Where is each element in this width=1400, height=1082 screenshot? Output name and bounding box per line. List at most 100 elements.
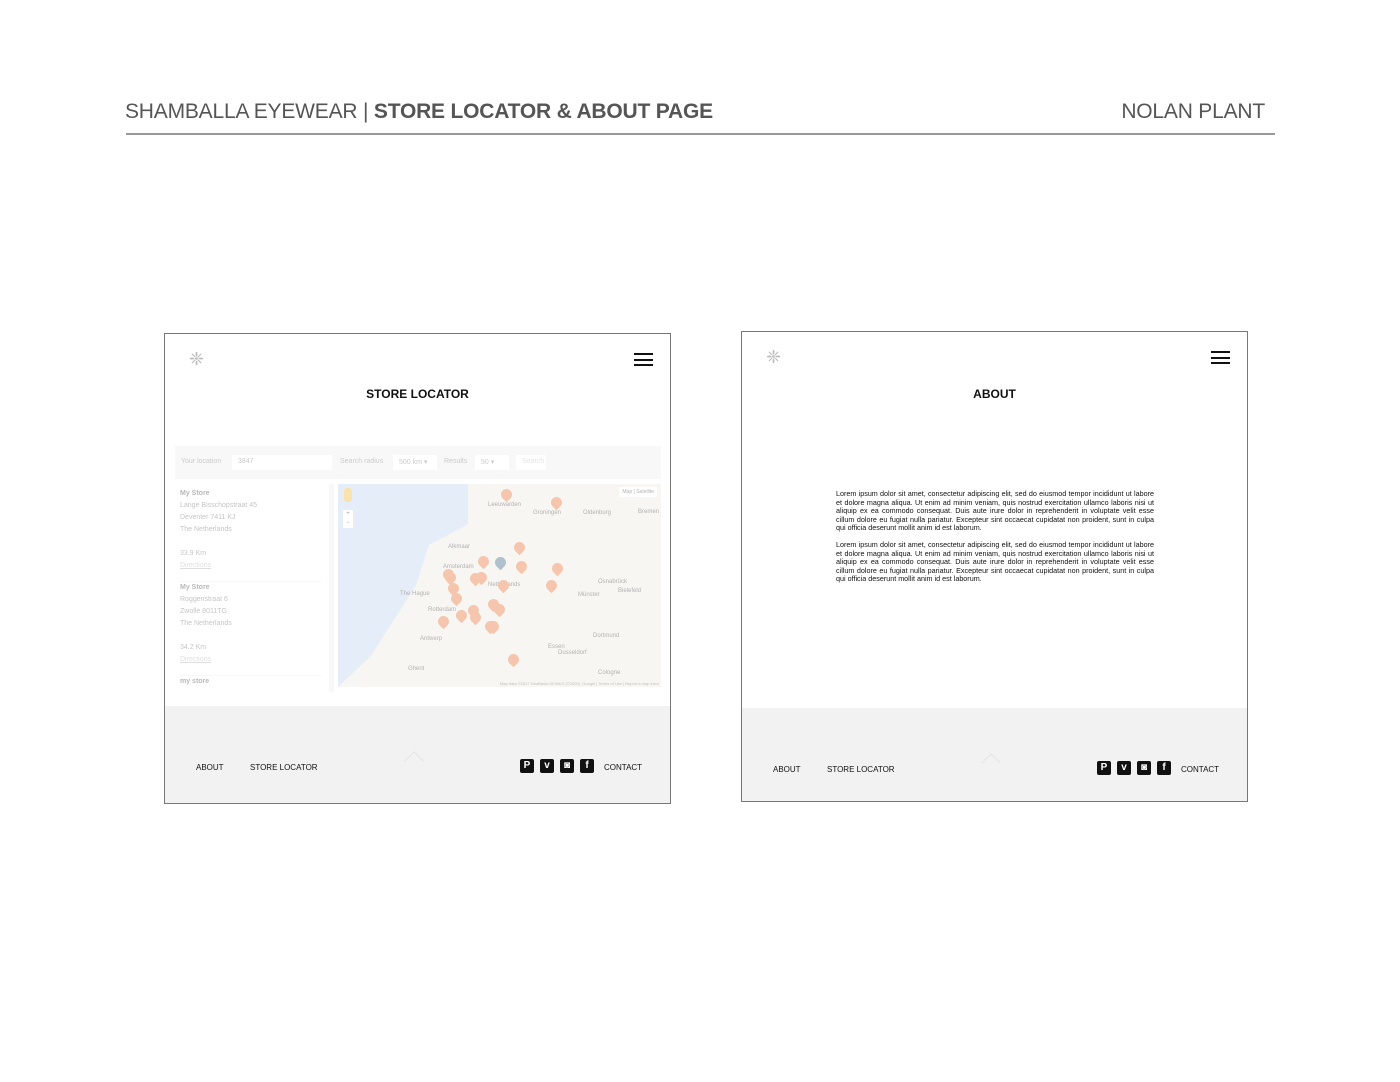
- store-pin-icon[interactable]: [548, 494, 565, 511]
- search-button[interactable]: Search: [516, 455, 546, 470]
- store-country: The Netherlands: [180, 620, 232, 627]
- footer-about-link[interactable]: ABOUT: [773, 765, 801, 774]
- logo-icon[interactable]: ❈: [766, 348, 784, 366]
- store-distance: 34.2 Km: [180, 644, 207, 651]
- facebook-icon[interactable]: f: [580, 759, 594, 773]
- back-to-top-icon[interactable]: [404, 751, 424, 771]
- map-city-label: The Hague: [400, 591, 430, 597]
- back-to-top-icon[interactable]: [981, 753, 1001, 773]
- instagram-icon[interactable]: ◙: [1137, 761, 1151, 775]
- brand: SHAMBALLA EYEWEAR: [125, 100, 358, 123]
- about-text: Lorem ipsum dolor sit amet, consectetur …: [836, 489, 1154, 592]
- store-pin-icon[interactable]: [495, 577, 512, 594]
- hamburger-menu-icon[interactable]: [634, 353, 653, 366]
- zoom-control[interactable]: + −: [343, 510, 353, 528]
- results-label: Results: [444, 458, 468, 465]
- social-links: P v ◙ f: [520, 759, 594, 773]
- store-pin-icon[interactable]: [549, 560, 566, 577]
- store-thumbnail: [294, 492, 318, 516]
- author: NOLAN PLANT: [1121, 100, 1265, 123]
- map-city-label: Bielefeld: [618, 588, 642, 594]
- vimeo-icon[interactable]: v: [1117, 761, 1131, 775]
- footer-store-locator-link[interactable]: STORE LOCATOR: [250, 763, 318, 772]
- map-city-label: Dortmund: [593, 633, 620, 639]
- store-pin-icon[interactable]: [543, 577, 560, 594]
- footer: ABOUT STORE LOCATOR P v ◙ f CONTACT: [165, 706, 670, 803]
- pinterest-icon[interactable]: P: [1097, 761, 1111, 775]
- map-city-label: Oldenburg: [583, 510, 612, 516]
- map-city-label: Groningen: [533, 510, 562, 516]
- radius-select[interactable]: 500 km ▾: [393, 455, 437, 470]
- page-title: STORE LOCATOR: [366, 387, 469, 401]
- map-city-label: Leeuwarden: [488, 502, 522, 508]
- map-city-label: Ghent: [408, 666, 425, 672]
- map-city-label: Münster: [578, 592, 600, 598]
- store-name: My Store: [180, 490, 210, 497]
- map-city-label: Osnabrück: [598, 579, 628, 585]
- store-pin-icon[interactable]: [475, 553, 492, 570]
- instagram-icon[interactable]: ◙: [560, 759, 574, 773]
- map-city-label: Dusseldorf: [558, 650, 587, 656]
- store-pin-icon[interactable]: [435, 613, 452, 630]
- location-input[interactable]: 3847: [232, 455, 332, 470]
- store-pin-icon[interactable]: [513, 558, 530, 575]
- list-scrollbar[interactable]: [329, 484, 334, 692]
- logo-icon[interactable]: ❈: [189, 350, 207, 368]
- header-divider: [126, 133, 1275, 135]
- map-type-toggle[interactable]: Map | Satellite: [619, 487, 657, 497]
- separator: |: [363, 100, 369, 123]
- store-thumbnail: [294, 586, 318, 610]
- store-list[interactable]: My Store Lange Bisschopstraat 45 Devente…: [175, 484, 327, 692]
- footer-store-locator-link[interactable]: STORE LOCATOR: [827, 765, 895, 774]
- store-map[interactable]: Map | Satellite + − Map data ©2017 GeoBas…: [338, 484, 661, 687]
- footer-contact-link[interactable]: CONTACT: [604, 763, 642, 772]
- about-paragraph: Lorem ipsum dolor sit amet, consectetur …: [836, 489, 1154, 532]
- store-list-item[interactable]: My Store Lange Bisschopstraat 45 Devente…: [180, 488, 322, 582]
- footer: ABOUT STORE LOCATOR P v ◙ f CONTACT: [742, 708, 1247, 801]
- radius-value: 500 km: [399, 459, 422, 466]
- map-city-label: Rotterdam: [428, 607, 457, 613]
- header-left: SHAMBALLA EYEWEAR | STORE LOCATOR & ABOU…: [125, 100, 713, 124]
- search-bar: Your location 3847 Search radius 500 km …: [175, 446, 661, 479]
- store-locator-widget: Your location 3847 Search radius 500 km …: [175, 446, 661, 692]
- about-mockup: ❈ ABOUT Lorem ipsum dolor sit amet, cons…: [741, 331, 1248, 802]
- results-select[interactable]: 50 ▾: [475, 455, 509, 470]
- directions-link[interactable]: Directions: [180, 562, 211, 569]
- footer-contact-link[interactable]: CONTACT: [1181, 765, 1219, 774]
- map-city-label: Antwerp: [420, 636, 443, 642]
- store-name: my store: [180, 678, 210, 685]
- pinterest-icon[interactable]: P: [520, 759, 534, 773]
- presentation-title: STORE LOCATOR & ABOUT PAGE: [373, 100, 713, 123]
- street-view-icon[interactable]: [344, 488, 352, 502]
- directions-link[interactable]: Directions: [180, 656, 211, 663]
- store-country: The Netherlands: [180, 526, 232, 533]
- map-city-label: Alkmaar: [448, 544, 471, 550]
- store-locator-mockup: ❈ STORE LOCATOR Your location 3847 Searc…: [164, 333, 671, 804]
- store-street: Lange Bisschopstraat 45: [180, 502, 258, 509]
- store-city: Deventer 7411 KJ: [180, 514, 236, 521]
- store-pin-icon[interactable]: [498, 486, 515, 503]
- map-attribution: Map data ©2017 GeoBasis-DE/BKG (©2009), …: [499, 681, 659, 686]
- radius-label: Search radius: [340, 458, 384, 465]
- store-street: Roggenstraat 6: [180, 596, 228, 603]
- map-type-satellite[interactable]: Satellite: [636, 489, 654, 495]
- store-distance: 33.9 Km: [180, 550, 207, 557]
- location-label: Your location: [181, 458, 222, 465]
- vimeo-icon[interactable]: v: [540, 759, 554, 773]
- store-name: My Store: [180, 584, 210, 591]
- facebook-icon[interactable]: f: [1157, 761, 1171, 775]
- store-list-item[interactable]: My Store Roggenstraat 6 Zwolle 8011TG Th…: [180, 582, 322, 676]
- map-city-label: Cologne: [598, 670, 621, 676]
- hamburger-menu-icon[interactable]: [1211, 351, 1230, 364]
- social-links: P v ◙ f: [1097, 761, 1171, 775]
- store-city: Zwolle 8011TG: [180, 608, 227, 615]
- store-pin-icon[interactable]: [505, 651, 522, 668]
- page-title: ABOUT: [973, 387, 1016, 401]
- about-paragraph: Lorem ipsum dolor sit amet, consectetur …: [836, 540, 1154, 583]
- results-value: 50: [481, 459, 489, 466]
- map-type-map[interactable]: Map: [622, 489, 632, 495]
- store-pin-icon[interactable]: [511, 539, 528, 556]
- footer-about-link[interactable]: ABOUT: [196, 763, 224, 772]
- user-location-pin-icon[interactable]: [492, 554, 509, 571]
- store-thumbnail: [294, 680, 318, 688]
